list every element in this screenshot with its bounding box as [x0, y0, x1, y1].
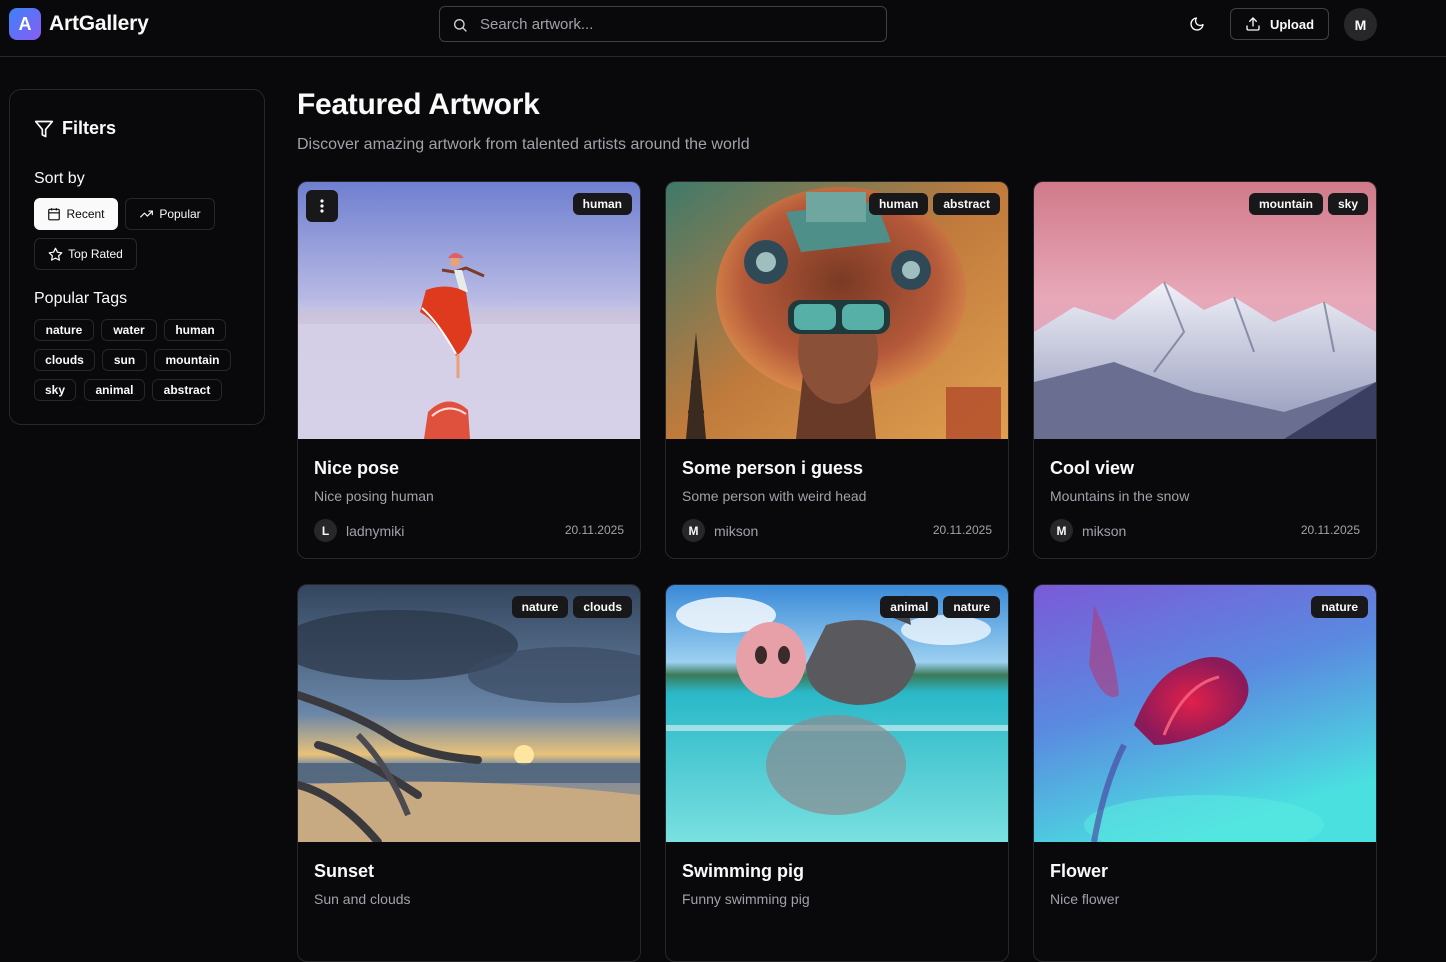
artwork-tag[interactable]: abstract [933, 193, 1000, 215]
sort-top-rated-label: Top Rated [68, 247, 123, 261]
search-icon [454, 19, 467, 32]
artwork-image[interactable]: nature clouds [298, 585, 640, 842]
trending-up-icon [140, 210, 154, 218]
artwork-description: Nice flower [1050, 891, 1120, 907]
tag-chip[interactable]: animal [84, 379, 145, 401]
artwork-tag[interactable]: clouds [573, 596, 632, 618]
sort-by-heading: Sort by [34, 170, 85, 187]
artwork-title[interactable]: Sunset [314, 861, 374, 882]
artwork-image[interactable]: mountain sky [1034, 182, 1376, 439]
artwork-image[interactable]: human abstract [666, 182, 1008, 439]
author-avatar: M [682, 519, 705, 542]
tag-chip[interactable]: sky [34, 379, 76, 401]
artwork-tag[interactable]: mountain [1248, 193, 1323, 215]
artwork-tag[interactable]: nature [511, 596, 569, 618]
tag-chip[interactable]: abstract [152, 379, 222, 401]
artwork-description: Nice posing human [314, 488, 434, 504]
artwork-image[interactable]: nature [1034, 585, 1376, 842]
artwork-description: Funny swimming pig [682, 891, 810, 907]
artwork-card[interactable]: nature Flower Nice flower [1033, 584, 1377, 962]
popular-tags-heading: Popular Tags [34, 290, 128, 307]
upload-icon [1246, 17, 1260, 31]
artwork-date: 20.11.2025 [1300, 523, 1360, 537]
calendar-icon [48, 208, 61, 221]
author-avatar: L [314, 519, 337, 542]
artwork-card[interactable]: mountain sky Cool view Mountains in the … [1033, 181, 1377, 559]
artwork-image[interactable]: animal nature [666, 585, 1008, 842]
search-input[interactable] [480, 7, 880, 41]
author-name: mikson [1082, 522, 1127, 539]
artwork-description: Sun and clouds [314, 891, 411, 907]
author-avatar: M [1050, 519, 1073, 542]
filter-icon [34, 120, 54, 137]
artwork-author[interactable]: M mikson [682, 519, 758, 542]
artwork-image[interactable]: human [298, 182, 640, 439]
artwork-date: 20.11.2025 [564, 523, 624, 537]
artwork-title[interactable]: Flower [1050, 861, 1108, 882]
tag-chip[interactable]: human [164, 319, 226, 341]
artwork-author[interactable]: L ladnymiki [314, 519, 404, 542]
artwork-description: Mountains in the snow [1050, 488, 1190, 504]
sort-top-rated-button[interactable]: Top Rated [34, 238, 137, 270]
page-subtitle: Discover amazing artwork from talented a… [297, 136, 750, 153]
filters-heading: Filters [34, 118, 116, 139]
theme-toggle-button[interactable] [1182, 9, 1212, 39]
star-icon [48, 247, 63, 261]
artwork-date: 20.11.2025 [932, 523, 992, 537]
artwork-tag[interactable]: sky [1327, 193, 1368, 215]
artwork-card[interactable]: human abstract Some person i guess Some … [665, 181, 1009, 559]
more-options-button[interactable] [306, 190, 338, 222]
tag-chip[interactable]: mountain [154, 349, 231, 371]
artwork-title[interactable]: Some person i guess [682, 458, 863, 479]
upload-label: Upload [1269, 16, 1315, 32]
user-initial: M [1354, 16, 1367, 33]
more-vertical-icon [320, 199, 324, 213]
tag-chip[interactable]: water [101, 319, 157, 341]
tag-chip[interactable]: sun [102, 349, 147, 371]
upload-button[interactable]: Upload [1230, 8, 1329, 40]
author-name: mikson [714, 522, 759, 539]
artwork-title[interactable]: Cool view [1050, 458, 1134, 479]
filters-sidebar: Filters Sort by Recent Popular Top Rated… [9, 89, 265, 425]
top-navbar: A ArtGallery Upload M [0, 0, 1446, 57]
sort-popular-button[interactable]: Popular [125, 198, 215, 230]
artwork-tag[interactable]: human [868, 193, 929, 215]
logo-icon[interactable]: A [9, 8, 41, 40]
artwork-author[interactable]: M mikson [1050, 519, 1126, 542]
author-name: ladnymiki [346, 522, 405, 539]
sort-recent-label: Recent [66, 207, 105, 221]
sort-popular-label: Popular [159, 207, 201, 221]
artwork-tag[interactable]: animal [880, 596, 939, 618]
artwork-card[interactable]: nature clouds Sunset Sun and clouds [297, 584, 641, 962]
page-title: Featured Artwork [297, 88, 540, 121]
search-bar[interactable] [439, 6, 887, 42]
filters-title: Filters [62, 118, 117, 138]
logo-letter: A [18, 13, 32, 34]
artwork-tag[interactable]: nature [943, 596, 1000, 618]
tag-chip[interactable]: nature [34, 319, 94, 341]
user-avatar[interactable]: M [1344, 8, 1377, 41]
artwork-tag[interactable]: human [572, 193, 632, 215]
artwork-title[interactable]: Swimming pig [682, 861, 804, 882]
sort-recent-button[interactable]: Recent [34, 198, 118, 230]
tag-chip[interactable]: clouds [34, 349, 95, 371]
artwork-card[interactable]: animal nature Swimming pig Funny swimmin… [665, 584, 1009, 962]
artwork-card[interactable]: human Nice pose Nice posing human L ladn… [297, 181, 641, 559]
brand-name[interactable]: ArtGallery [49, 12, 149, 36]
artwork-tag[interactable]: nature [1311, 596, 1368, 618]
artwork-description: Some person with weird head [682, 488, 867, 504]
artwork-title[interactable]: Nice pose [314, 458, 399, 479]
moon-icon [1190, 17, 1204, 31]
